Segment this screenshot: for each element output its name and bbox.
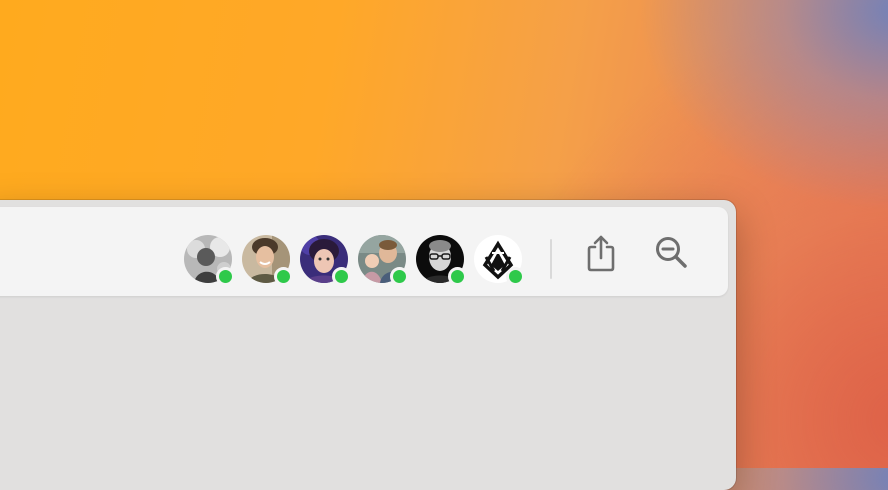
share-button[interactable] <box>579 233 623 277</box>
collaborator-avatar[interactable] <box>242 235 293 286</box>
status-online-dot <box>390 267 409 286</box>
collaborator-avatar[interactable] <box>184 235 235 286</box>
collaborator-avatar[interactable] <box>416 235 467 286</box>
share-icon <box>584 233 618 278</box>
status-online-dot <box>274 267 293 286</box>
toolbar-divider <box>550 239 552 279</box>
status-online-dot <box>448 267 467 286</box>
app-window <box>0 200 736 490</box>
collaborator-avatar[interactable] <box>300 235 351 286</box>
collaborator-avatar[interactable] <box>474 235 525 286</box>
collaborator-avatar[interactable] <box>358 235 409 286</box>
collaborator-avatars <box>184 235 534 287</box>
zoom-out-icon <box>654 235 690 276</box>
status-online-dot <box>506 267 525 286</box>
toolbar <box>0 207 728 296</box>
zoom-out-button[interactable] <box>650 233 694 277</box>
status-online-dot <box>216 267 235 286</box>
status-online-dot <box>332 267 351 286</box>
